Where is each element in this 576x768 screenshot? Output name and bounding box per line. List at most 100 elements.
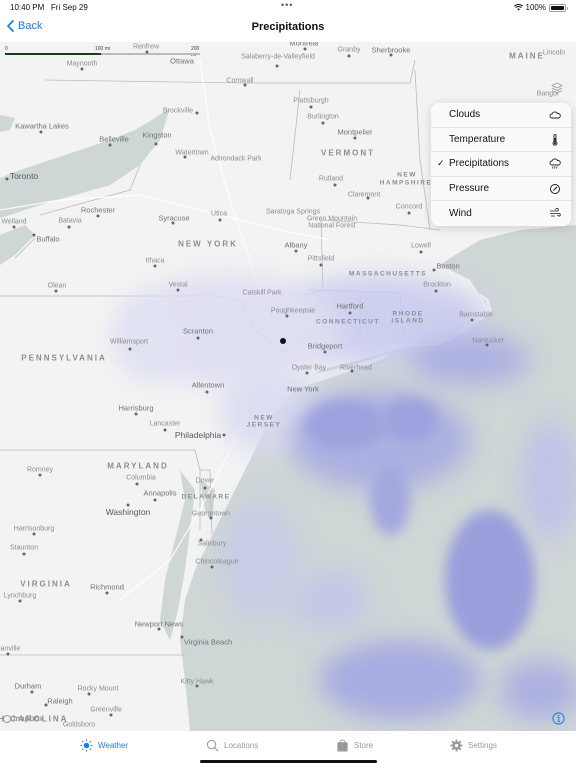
city-dot [432, 268, 436, 272]
tab-store[interactable]: Store [336, 739, 373, 752]
map-label-hartford: Hartford [336, 301, 364, 311]
lake-erie [0, 225, 35, 265]
home-indicator[interactable] [200, 760, 377, 763]
map-label-maine: MAINE [509, 51, 545, 61]
map-label-pittsfield: Pittsfield [307, 255, 335, 263]
mapbox-logo-icon [3, 714, 11, 723]
city-dot [294, 249, 298, 253]
tab-label: Weather [98, 741, 129, 750]
city-dot [285, 314, 289, 318]
battery-percent: 100% [525, 3, 546, 12]
city-dot [196, 336, 200, 340]
app-root: 10:40 PM Fri Sep 29 ••• 100% Back Precip… [0, 0, 576, 768]
tab-label: Locations [224, 741, 259, 750]
map-label-green-mountain-2: National Forest [308, 222, 356, 230]
tab-weather[interactable]: Weather [80, 739, 128, 752]
map-label-riverhead: Riverhead [340, 364, 372, 372]
map-label-new-york-state: NEW YORK [178, 239, 238, 249]
map-label-adirondack: Adirondack Park [210, 155, 262, 163]
map-label-catskill: Catskill Park [242, 289, 282, 297]
scale-bar-segment [101, 53, 200, 55]
menu-item-precipitations[interactable]: ✓ Precipitations [431, 152, 571, 177]
city-dot [145, 50, 149, 54]
map-label-maynooth: Maynooth [66, 60, 98, 68]
city-dot [176, 288, 180, 292]
menu-item-clouds[interactable]: Clouds [431, 103, 571, 128]
map-label-romney: Romney [26, 466, 54, 474]
map-label-cornwall: Cornwall [226, 77, 254, 85]
map-label-boston: Boston [436, 261, 460, 271]
city-dot [80, 67, 84, 71]
wifi-icon [513, 4, 523, 11]
city-dot [275, 64, 279, 68]
map-label-rhode-2: ISLAND [391, 317, 425, 325]
multitask-dots[interactable]: ••• [281, 0, 293, 10]
search-icon [206, 739, 219, 752]
status-bar: 10:40 PM Fri Sep 29 ••• 100% [0, 0, 576, 14]
map-label-oyster-bay: Oyster Bay [291, 364, 327, 372]
map-label-kingston: Kingston [142, 130, 172, 140]
navigation-bar: Back Precipitations [0, 14, 576, 42]
scale-bar-segment [5, 53, 101, 55]
layers-icon[interactable] [551, 82, 563, 94]
info-icon[interactable] [552, 712, 565, 725]
city-dot [96, 214, 100, 218]
map-label-delaware: DELAWARE [181, 493, 231, 501]
mapbox-logo[interactable]: mapbox [3, 714, 44, 723]
map-label-maryland: MARYLAND [107, 461, 169, 471]
map-label-vermont: VERMONT [321, 148, 375, 158]
map-label-rocky-mount: Rocky Mount [77, 685, 119, 693]
menu-item-label: Wind [449, 208, 472, 220]
city-dot [153, 498, 157, 502]
map-label-harrisburg: Harrisburg [118, 403, 154, 413]
city-dot [309, 105, 313, 109]
cloud-rain-icon [549, 158, 561, 169]
city-dot [154, 142, 158, 146]
city-dot [407, 211, 411, 215]
map-label-lancaster: Lancaster [149, 420, 181, 428]
map-label-welland: Welland [1, 218, 27, 226]
page-title: Precipitations [251, 21, 325, 33]
city-dot [134, 412, 138, 416]
location-pin[interactable] [280, 338, 286, 344]
map-label-new-jersey-1: NEW [254, 414, 274, 422]
city-dot [135, 482, 139, 486]
map-label-rhode-1: RHODE [392, 310, 424, 318]
city-dot [209, 516, 213, 520]
city-dot [321, 121, 325, 125]
gauge-icon [550, 183, 560, 194]
menu-item-temperature[interactable]: Temperature [431, 128, 571, 153]
map-label-massachusetts: MASSACHUSETTS [348, 270, 428, 278]
map-label-lincoln: Lincoln [542, 49, 566, 57]
map-label-greenville: Greenville [90, 706, 122, 714]
map-label-rutland: Rutland [318, 175, 344, 183]
city-dot [126, 503, 130, 507]
map-label-plattsburgh: Plattsburgh [293, 97, 329, 105]
menu-item-label: Precipitations [449, 158, 510, 170]
map-label-columbia: Columbia [126, 474, 156, 482]
tab-settings[interactable]: Settings [450, 739, 497, 752]
map-label-ottawa: Ottawa [170, 56, 194, 66]
menu-item-pressure[interactable]: Pressure [431, 177, 571, 202]
city-dot [39, 130, 43, 134]
map-label-allentown: Allentown [191, 380, 225, 390]
city-dot [353, 136, 357, 140]
city-dot [171, 221, 175, 225]
map-label-durham: Durham [14, 681, 42, 691]
menu-item-wind[interactable]: Wind [431, 201, 571, 226]
tab-label: Settings [468, 741, 497, 750]
tab-locations[interactable]: Locations [206, 739, 258, 752]
map-label-new-jersey-2: JERSEY [246, 421, 282, 429]
city-dot [183, 155, 187, 159]
map-label-toronto: Toronto [9, 171, 39, 181]
map-label-ithaca: Ithaca [145, 257, 165, 265]
city-dot [38, 473, 42, 477]
map-label-saratoga: Saratoga Springs [265, 208, 321, 216]
map-label-kawartha: Kawartha Lakes [15, 121, 69, 131]
gear-icon [450, 739, 463, 752]
map-label-vestal: Vestal [168, 281, 188, 289]
city-dot [32, 532, 36, 536]
map-label-salisbury: Salisbury [197, 540, 227, 548]
map-label-olean: Olean [47, 282, 67, 290]
map-label-renfrew: Renfrew [132, 43, 160, 51]
